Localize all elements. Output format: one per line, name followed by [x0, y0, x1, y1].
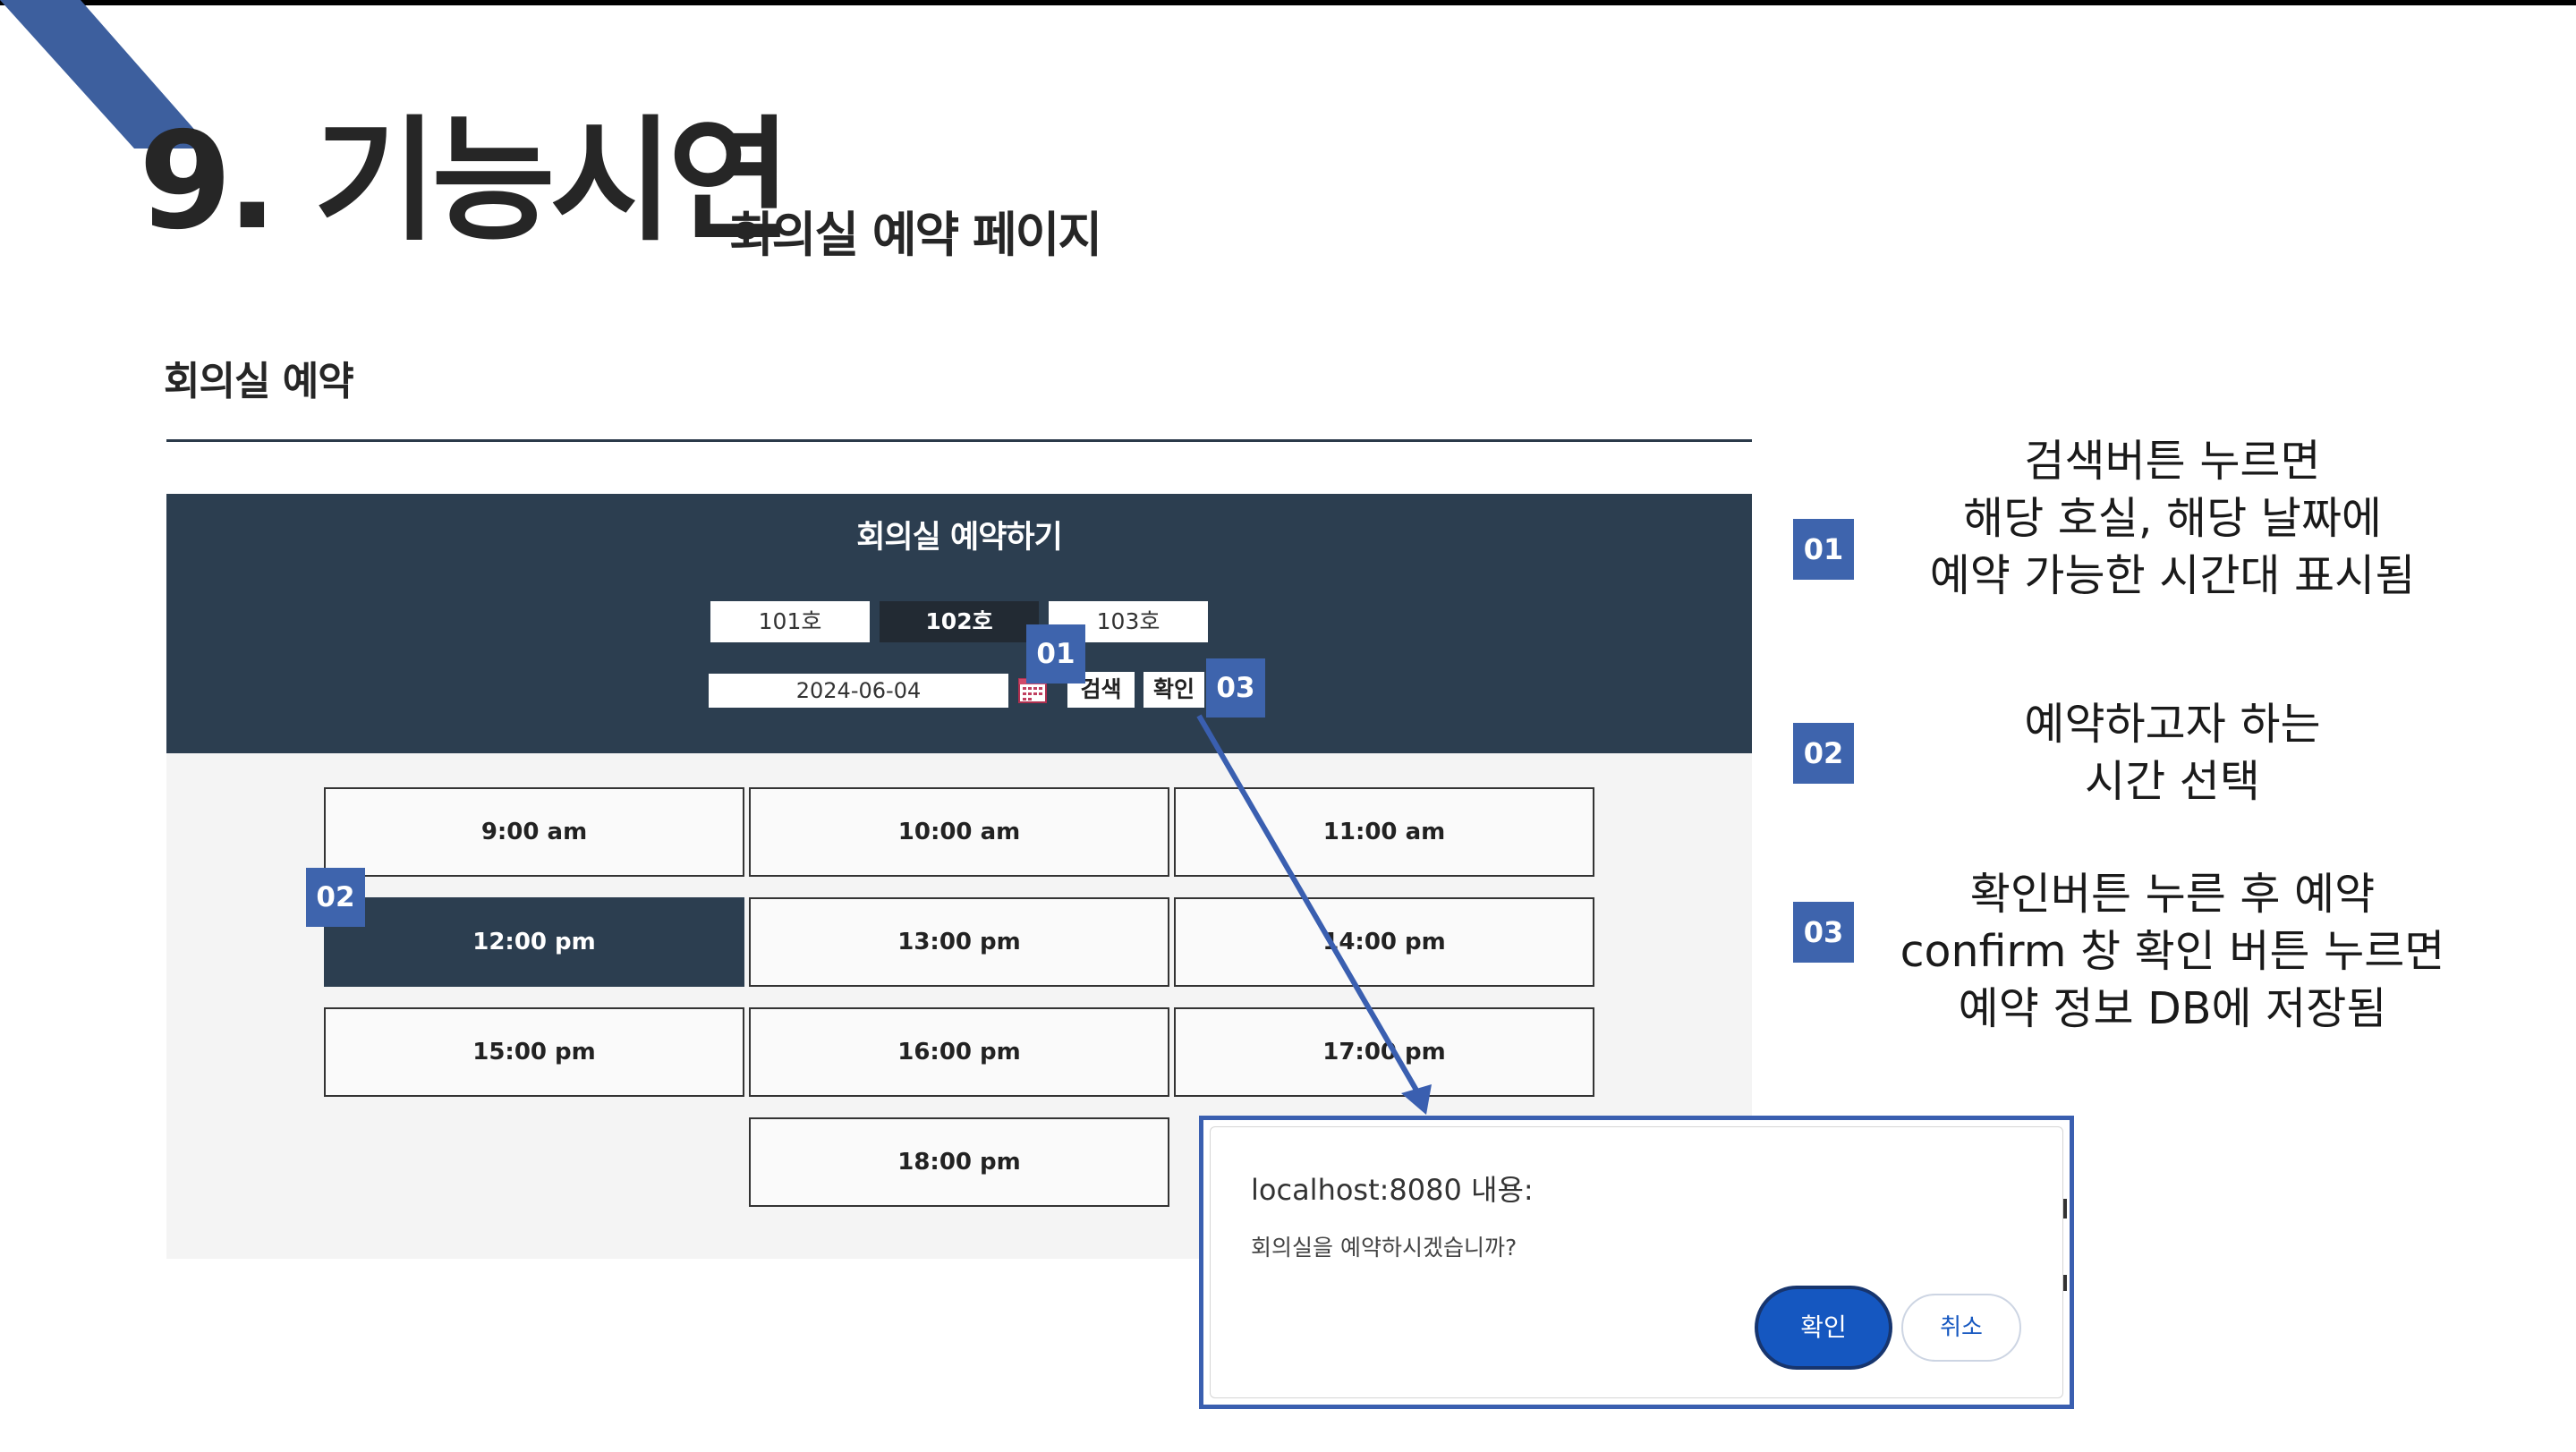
slide-title: 9. 기능시연	[139, 104, 792, 259]
time-slot-1400[interactable]: 14:00 pm	[1174, 897, 1594, 987]
dialog-cancel-button[interactable]: 취소	[1901, 1294, 2021, 1362]
section-divider	[166, 439, 1752, 442]
confirm-button[interactable]: 확인	[1143, 672, 1204, 708]
description-line: 예약 가능한 시간대 표시됨	[1929, 550, 2416, 601]
top-border	[0, 0, 2576, 5]
marker-02-badge: 02	[306, 868, 365, 927]
room-button-101[interactable]: 101호	[710, 601, 870, 642]
date-input[interactable]: 2024-06-04	[709, 674, 1008, 708]
time-slot-1700[interactable]: 17:00 pm	[1174, 1007, 1594, 1097]
description-line: 검색버튼 누르면	[2024, 436, 2321, 487]
time-slot-1600[interactable]: 16:00 pm	[749, 1007, 1169, 1097]
description-line: confirm 창 확인 버튼 누르면	[1900, 926, 2445, 977]
description-line: 예약하고자 하는	[2024, 699, 2321, 750]
time-slot-0900[interactable]: 9:00 am	[324, 787, 744, 877]
desc-badge-02: 02	[1793, 723, 1854, 784]
time-slot-1500[interactable]: 15:00 pm	[324, 1007, 744, 1097]
section-heading: 회의실 예약	[164, 359, 354, 404]
description-01: 검색버튼 누르면 해당 호실, 해당 날짜에 예약 가능한 시간대 표시됨	[1850, 433, 2495, 605]
description-02: 예약하고자 하는 시간 선택	[1850, 696, 2495, 811]
background-edge-mark	[2063, 1199, 2067, 1218]
dialog-ok-button[interactable]: 확인	[1758, 1289, 1889, 1366]
marker-01-badge: 01	[1026, 624, 1085, 684]
time-slot-1100[interactable]: 11:00 am	[1174, 787, 1594, 877]
description-line: 시간 선택	[2085, 756, 2260, 807]
room-button-102[interactable]: 102호	[880, 601, 1039, 642]
slide-subtitle: 회의실 예약 페이지	[729, 207, 1102, 263]
desc-badge-01: 01	[1793, 519, 1854, 580]
dialog-origin-text: localhost:8080 내용:	[1251, 1173, 1534, 1207]
time-slot-1000[interactable]: 10:00 am	[749, 787, 1169, 877]
description-line: 확인버튼 누른 후 예약	[1969, 869, 2376, 920]
description-03: 확인버튼 누른 후 예약 confirm 창 확인 버튼 누르면 예약 정보 D…	[1850, 866, 2495, 1038]
dialog-message: 회의실을 예약하시겠습니까?	[1251, 1235, 1518, 1261]
marker-03-badge: 03	[1206, 658, 1265, 718]
description-line: 해당 호실, 해당 날짜에	[1962, 493, 2383, 544]
description-line: 예약 정보 DB에 저장됨	[1958, 983, 2387, 1034]
time-slot-1200[interactable]: 12:00 pm	[324, 897, 744, 987]
reservation-title: 회의실 예약하기	[856, 520, 1063, 556]
time-slot-1300[interactable]: 13:00 pm	[749, 897, 1169, 987]
background-edge-mark	[2063, 1275, 2067, 1291]
desc-badge-03: 03	[1793, 902, 1854, 963]
time-slot-1800[interactable]: 18:00 pm	[749, 1117, 1169, 1207]
